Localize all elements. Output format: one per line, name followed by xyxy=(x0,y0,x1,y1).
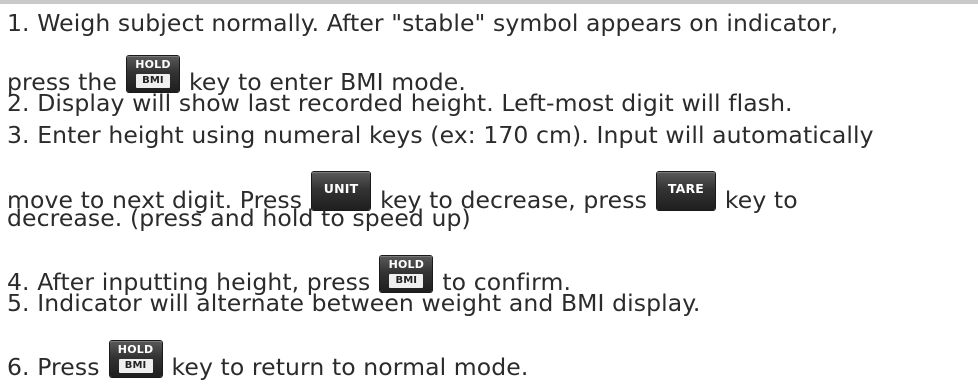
step-5-line: 5. Indicator will alternate between weig… xyxy=(7,288,701,318)
bmi-key-label: BMI xyxy=(389,274,424,288)
step-2-line: 2. Display will show last recorded heigh… xyxy=(7,88,793,118)
step-6-line: 6. Press HOLD BMI key to return to normal m… xyxy=(7,341,528,381)
step-6-text-pre: 6. Press xyxy=(7,353,100,381)
step-4-line: 4. After inputting height, press HOLD BMI t… xyxy=(7,256,571,296)
bmi-key-label: BMI xyxy=(135,74,170,88)
hold-key-label: HOLD xyxy=(135,58,171,71)
bmi-key-label: BMI xyxy=(118,359,153,373)
step-3-line-1: 3. Enter height using numeral keys (ex: … xyxy=(7,120,874,150)
step-5-text: 5. Indicator will alternate between weig… xyxy=(7,289,701,317)
step-1-line-1: 1. Weigh subject normally. After "stable… xyxy=(7,8,838,38)
top-divider xyxy=(0,0,978,4)
step-6-text-post: key to return to normal mode. xyxy=(171,353,529,381)
step-3-text-b-post: key to xyxy=(724,186,798,214)
tare-key-icon: TARE xyxy=(656,172,715,210)
step-3-line-2: move to next digit. Press UNIT key to decr… xyxy=(7,172,798,214)
hold-key-label: HOLD xyxy=(388,258,425,271)
step-1-text-a: 1. Weigh subject normally. After "stable… xyxy=(7,9,839,37)
step-3-text-c: decrease. (press and hold to speed up) xyxy=(7,204,471,232)
hold-bmi-key-icon: HOLD BMI xyxy=(380,256,433,292)
step-3-line-3: decrease. (press and hold to speed up) xyxy=(7,203,471,233)
tare-key-label: TARE xyxy=(667,181,705,196)
step-1-line-2: press the HOLD BMI key to enter BMI mode. xyxy=(7,56,466,96)
hold-bmi-key-icon: HOLD BMI xyxy=(109,341,162,377)
step-2-text: 2. Display will show last recorded heigh… xyxy=(7,89,793,117)
step-3-text-a: 3. Enter height using numeral keys (ex: … xyxy=(7,121,874,149)
hold-key-label: HOLD xyxy=(117,343,154,356)
unit-key-label: UNIT xyxy=(323,181,359,196)
hold-bmi-key-icon: HOLD BMI xyxy=(126,56,179,92)
